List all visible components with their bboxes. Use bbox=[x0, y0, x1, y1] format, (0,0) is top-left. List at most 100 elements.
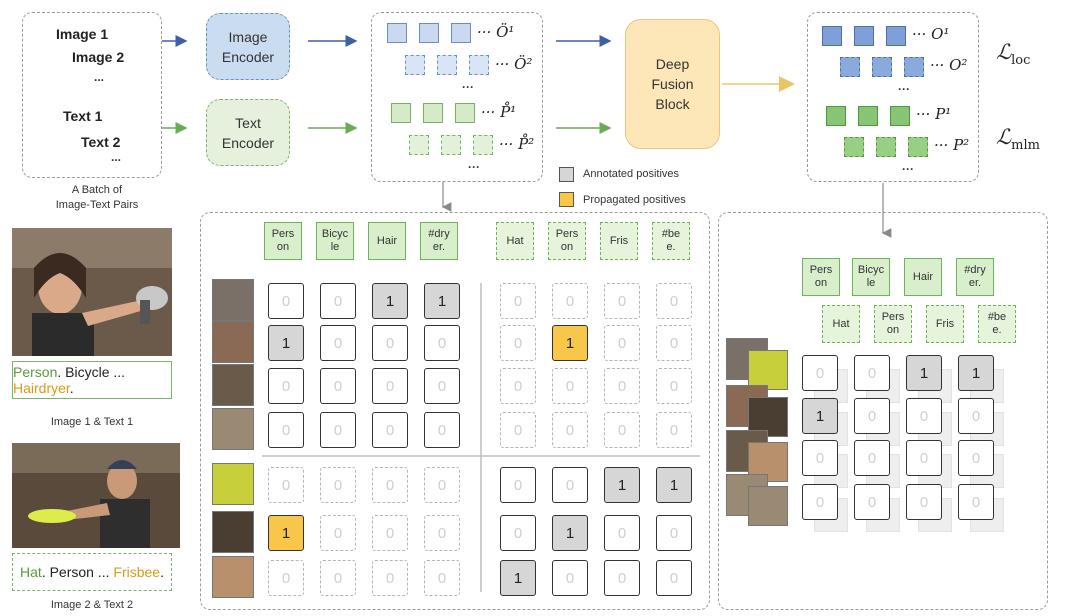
batch-image-ellipsis: ... bbox=[94, 70, 105, 84]
matrix-word-tag: Fris bbox=[600, 222, 638, 260]
right-matrix-image-thumb bbox=[748, 486, 788, 526]
image-feature-dots: ··· bbox=[462, 80, 474, 94]
matrix-cell: 0 bbox=[320, 560, 356, 596]
matrix-cell: 1 bbox=[552, 325, 588, 361]
matrix-cell: 0 bbox=[500, 467, 536, 503]
matrix-cell: 0 bbox=[552, 467, 588, 503]
matrix-cell: 1 bbox=[500, 560, 536, 596]
output-image-token bbox=[904, 57, 924, 77]
output-text-token bbox=[844, 137, 864, 157]
caption1-middle: . Bicycle ... bbox=[57, 364, 126, 380]
right-matrix-cell: 0 bbox=[802, 355, 838, 391]
image-feature-token bbox=[419, 23, 439, 43]
output-image-token bbox=[872, 57, 892, 77]
batch-image1-label: Image 1 bbox=[56, 26, 109, 42]
matrix-cell: 0 bbox=[656, 325, 692, 361]
matrix-word-tag: Pers on bbox=[264, 222, 302, 260]
right-matrix-cell: 0 bbox=[906, 484, 942, 520]
loss-loc: ℒloc bbox=[996, 40, 1030, 68]
right-matrix-cell: 1 bbox=[906, 355, 942, 391]
matrix-cell: 0 bbox=[604, 560, 640, 596]
caption2-frisbee: Frisbee bbox=[113, 564, 161, 580]
fusion-line2: Fusion bbox=[651, 76, 694, 92]
image-feature-token bbox=[451, 23, 471, 43]
loss-mlm-symbol: ℒ bbox=[996, 125, 1012, 149]
image-feature-o1-label: ··· Ö¹ bbox=[477, 23, 515, 41]
matrix-image-thumb bbox=[212, 364, 254, 406]
matrix-cell: 0 bbox=[656, 368, 692, 404]
right-matrix-word-tag: #be e. bbox=[978, 305, 1016, 343]
output-image-token bbox=[886, 26, 906, 46]
matrix-cell: 0 bbox=[500, 515, 536, 551]
caption2-hat: Hat bbox=[20, 564, 42, 580]
matrix-cell: 0 bbox=[552, 412, 588, 448]
matrix-cell: 0 bbox=[268, 467, 304, 503]
legend-annotated-swatch bbox=[559, 167, 574, 182]
matrix-cell: 0 bbox=[656, 560, 692, 596]
matrix-cell: 0 bbox=[424, 368, 460, 404]
matrix-cell: 0 bbox=[604, 368, 640, 404]
example-caption-1: Person. Bicycle ... Hairdryer. bbox=[12, 361, 172, 399]
right-matrix-cell: 0 bbox=[854, 440, 890, 476]
example-label-1: Image 1 & Text 1 bbox=[50, 416, 134, 428]
matrix-cell: 0 bbox=[424, 325, 460, 361]
right-matrix-cell: 0 bbox=[802, 484, 838, 520]
matrix-cell: 0 bbox=[500, 412, 536, 448]
batch-image2-label: Image 2 bbox=[72, 49, 125, 65]
output-text-token bbox=[858, 106, 878, 126]
matrix-cell: 0 bbox=[656, 515, 692, 551]
right-matrix-image-thumb bbox=[748, 350, 788, 390]
matrix-cell: 0 bbox=[320, 325, 356, 361]
right-matrix-cell: 0 bbox=[958, 398, 994, 434]
right-matrix-word-tag: Hair bbox=[904, 258, 942, 296]
output-image-token bbox=[822, 26, 842, 46]
matrix-cell: 0 bbox=[552, 368, 588, 404]
text-feature-token bbox=[391, 103, 411, 123]
example-photo-2 bbox=[12, 443, 180, 548]
right-matrix-word-tag: #dry er. bbox=[956, 258, 994, 296]
output-text-dots: ··· bbox=[902, 162, 914, 176]
matrix-cell: 1 bbox=[372, 283, 408, 319]
batch-text1-label: Text 1 bbox=[63, 108, 103, 124]
batch-caption: A Batch of Image-Text Pairs bbox=[22, 183, 172, 213]
right-matrix-word-tag: Pers on bbox=[802, 258, 840, 296]
text-feature-token bbox=[455, 103, 475, 123]
output-image-token bbox=[840, 57, 860, 77]
matrix-cell: 0 bbox=[372, 325, 408, 361]
matrix-cell: 0 bbox=[552, 560, 588, 596]
matrix-cell: 1 bbox=[656, 467, 692, 503]
image-feature-token bbox=[405, 55, 425, 75]
matrix-cell: 0 bbox=[320, 368, 356, 404]
output-o1-label: ··· O¹ bbox=[912, 25, 950, 43]
caption1-end: . bbox=[69, 380, 74, 396]
loss-mlm: ℒmlm bbox=[996, 125, 1040, 153]
matrix-cell: 0 bbox=[372, 368, 408, 404]
output-image-dots: ··· bbox=[898, 82, 910, 96]
right-matrix-cell: 1 bbox=[802, 398, 838, 434]
matrix-cell: 0 bbox=[268, 283, 304, 319]
right-matrix-cell: 0 bbox=[802, 440, 838, 476]
matrix-word-tag: #dry er. bbox=[420, 222, 458, 260]
matrix-cell: 0 bbox=[372, 412, 408, 448]
text-feature-token bbox=[473, 135, 493, 155]
image-feature-o2-label: ··· Ö² bbox=[495, 55, 533, 73]
matrix-image-thumb bbox=[212, 279, 254, 321]
matrix-word-tag: Hair bbox=[368, 222, 406, 260]
right-matrix-word-tag: Pers on bbox=[874, 305, 912, 343]
text-encoder-line1: Text bbox=[235, 114, 261, 131]
image-feature-token bbox=[469, 55, 489, 75]
image-feature-token bbox=[387, 23, 407, 43]
matrix-image-thumb bbox=[212, 408, 254, 450]
matrix-cell: 1 bbox=[268, 515, 304, 551]
right-matrix-cell: 1 bbox=[958, 355, 994, 391]
matrix-cell: 0 bbox=[268, 368, 304, 404]
matrix-cell: 0 bbox=[604, 325, 640, 361]
matrix-cell: 0 bbox=[656, 283, 692, 319]
right-matrix-cell: 0 bbox=[958, 484, 994, 520]
image-encoder: Image Encoder bbox=[206, 13, 290, 80]
matrix-cell: 1 bbox=[552, 515, 588, 551]
matrix-cell: 0 bbox=[424, 467, 460, 503]
right-matrix-cell: 0 bbox=[906, 398, 942, 434]
legend-propagated-swatch bbox=[559, 192, 574, 207]
right-matrix-word-tag: Hat bbox=[822, 305, 860, 343]
